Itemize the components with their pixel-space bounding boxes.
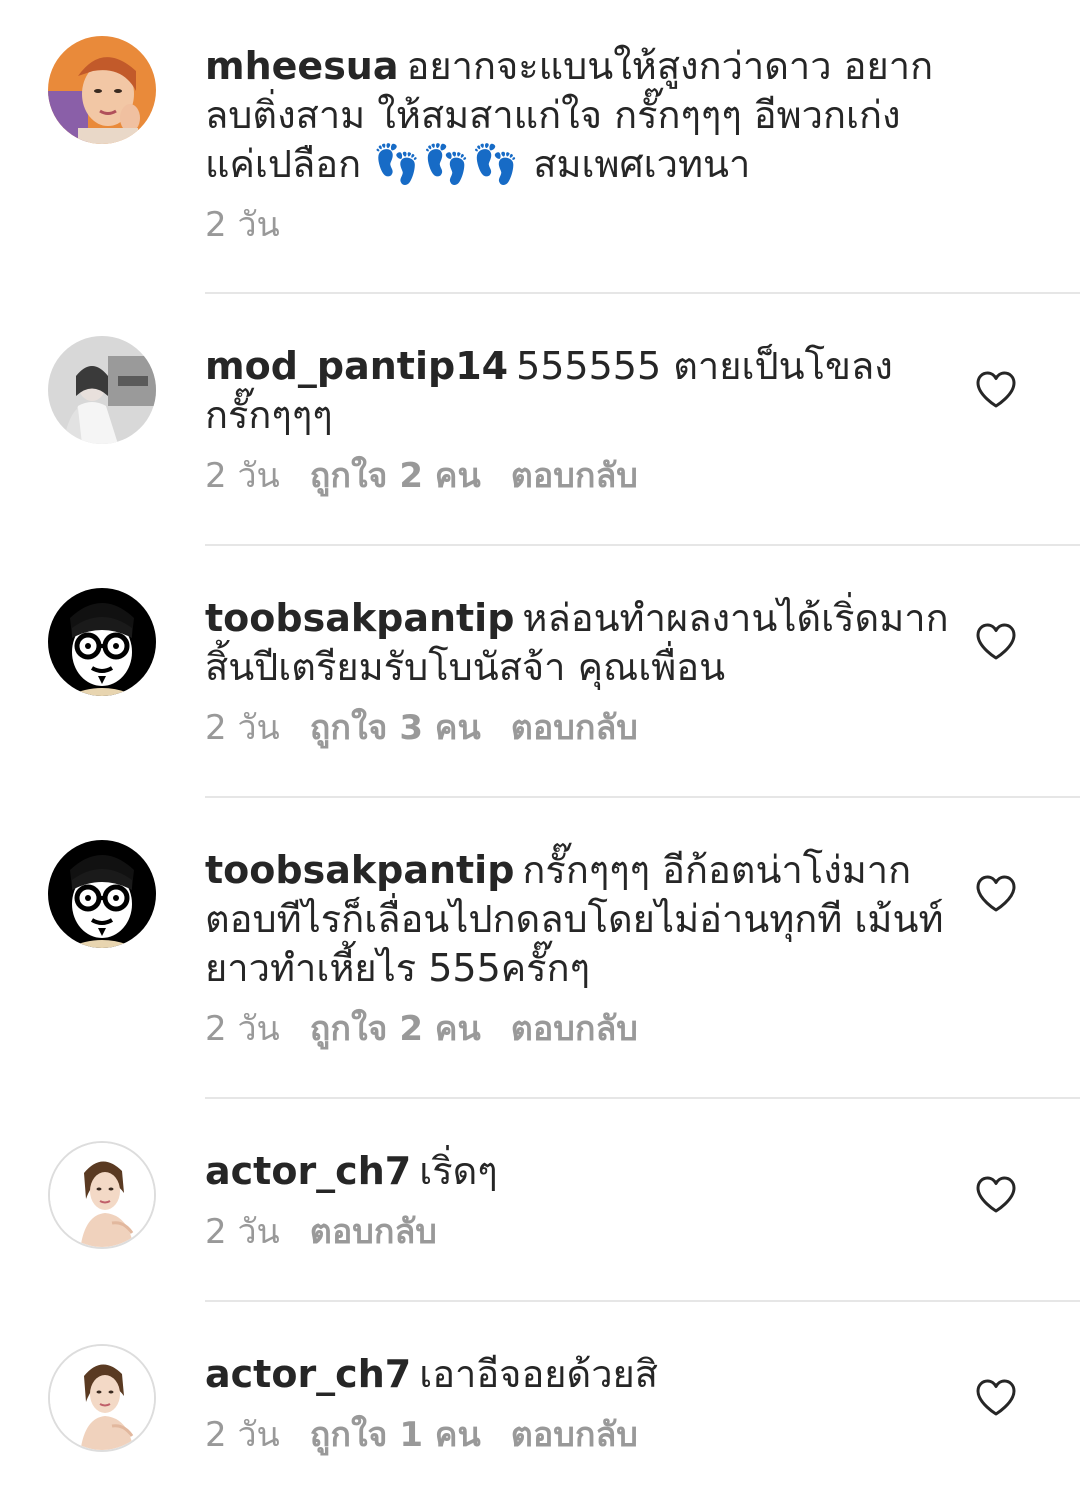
reply-button[interactable]: ตอบกลับ [310,1212,437,1252]
reply-button[interactable]: ตอบกลับ [511,1009,638,1049]
comment-text: actor_ch7 เอาอีจอยด้วยสิ [205,1350,950,1399]
username-link[interactable]: mod_pantip14 [205,344,508,388]
comment-message: เริ่ดๆ [419,1149,498,1193]
avatar-cartoon-glasses-icon [48,588,156,696]
comment-meta: 2 วัน ถูกใจ 3 คน ตอบกลับ [205,706,950,750]
comment-meta: 2 วัน ถูกใจ 1 คน ตอบกลับ [205,1413,950,1457]
comment-message-end: สมเพศเวทนา [533,142,751,186]
comment-text: mod_pantip14 555555 ตายเป็นโขลง กรั๊กๆๆๆ [205,342,950,440]
avatar[interactable] [48,840,156,948]
username-link[interactable]: toobsakpantip [205,596,514,640]
comment-text: toobsakpantip กรั๊กๆๆๆ อีก้อตน่าโง่มาก ตอ… [205,846,950,993]
footprints-emoji: 👣👣👣 [373,142,522,186]
like-heart-icon[interactable] [975,1175,1017,1215]
avatar-actress-icon [50,1346,154,1450]
avatar[interactable] [48,588,156,696]
divider [205,1300,1080,1302]
comment-time: 2 วัน [205,456,280,496]
like-heart-icon[interactable] [975,622,1017,662]
comment-body: mheesua อยากจะแบนให้สูงกว่าดาว อยากลบติ่ง… [205,42,950,247]
divider [205,292,1080,294]
reply-button[interactable]: ตอบกลับ [511,708,638,748]
comment-text: actor_ch7 เริ่ดๆ [205,1147,950,1196]
comment-message: เอาอีจอยด้วยสิ [419,1352,659,1396]
comment-time: 2 วัน [205,1009,280,1049]
avatar-bride-bw-icon [48,336,156,444]
avatar[interactable] [48,336,156,444]
reply-button[interactable]: ตอบกลับ [511,1415,638,1455]
username-link[interactable]: actor_ch7 [205,1149,411,1193]
comment-time: 2 วัน [205,205,280,245]
avatar[interactable] [48,1141,156,1249]
likes-count[interactable]: ถูกใจ 2 คน [310,1009,481,1049]
avatar[interactable] [48,36,156,144]
comment-time: 2 วัน [205,708,280,748]
username-link[interactable]: actor_ch7 [205,1352,411,1396]
likes-count[interactable]: ถูกใจ 1 คน [310,1415,481,1455]
likes-count[interactable]: ถูกใจ 3 คน [310,708,481,748]
likes-count[interactable]: ถูกใจ 2 คน [310,456,481,496]
divider [205,796,1080,798]
comment-meta: 2 วัน ถูกใจ 2 คน ตอบกลับ [205,1007,950,1051]
comment-time: 2 วัน [205,1212,280,1252]
comment-body: mod_pantip14 555555 ตายเป็นโขลง กรั๊กๆๆๆ … [205,342,950,498]
comment-body: actor_ch7 เอาอีจอยด้วยสิ 2 วัน ถูกใจ 1 คน ต… [205,1350,950,1457]
comment-time: 2 วัน [205,1415,280,1455]
username-link[interactable]: toobsakpantip [205,848,514,892]
divider [205,1097,1080,1099]
like-heart-icon[interactable] [975,1378,1017,1418]
comment-body: actor_ch7 เริ่ดๆ 2 วัน ตอบกลับ [205,1147,950,1254]
divider [205,544,1080,546]
comment-meta: 2 วัน [205,203,950,247]
comment-text: mheesua อยากจะแบนให้สูงกว่าดาว อยากลบติ่ง… [205,42,950,189]
username-link[interactable]: mheesua [205,44,399,88]
avatar[interactable] [48,1344,156,1452]
like-heart-icon[interactable] [975,874,1017,914]
comment-body: toobsakpantip กรั๊กๆๆๆ อีก้อตน่าโง่มาก ตอ… [205,846,950,1051]
reply-button[interactable]: ตอบกลับ [511,456,638,496]
comment-text: toobsakpantip หล่อนทำผลงานได้เริ่ดมาก สิ้… [205,594,950,692]
comment-meta: 2 วัน ถูกใจ 2 คน ตอบกลับ [205,454,950,498]
avatar-woman-orange-icon [48,36,156,144]
comment-body: toobsakpantip หล่อนทำผลงานได้เริ่ดมาก สิ้… [205,594,950,750]
comment-meta: 2 วัน ตอบกลับ [205,1210,950,1254]
avatar-cartoon-glasses-icon [48,840,156,948]
like-heart-icon[interactable] [975,370,1017,410]
avatar-actress-icon [50,1143,154,1247]
